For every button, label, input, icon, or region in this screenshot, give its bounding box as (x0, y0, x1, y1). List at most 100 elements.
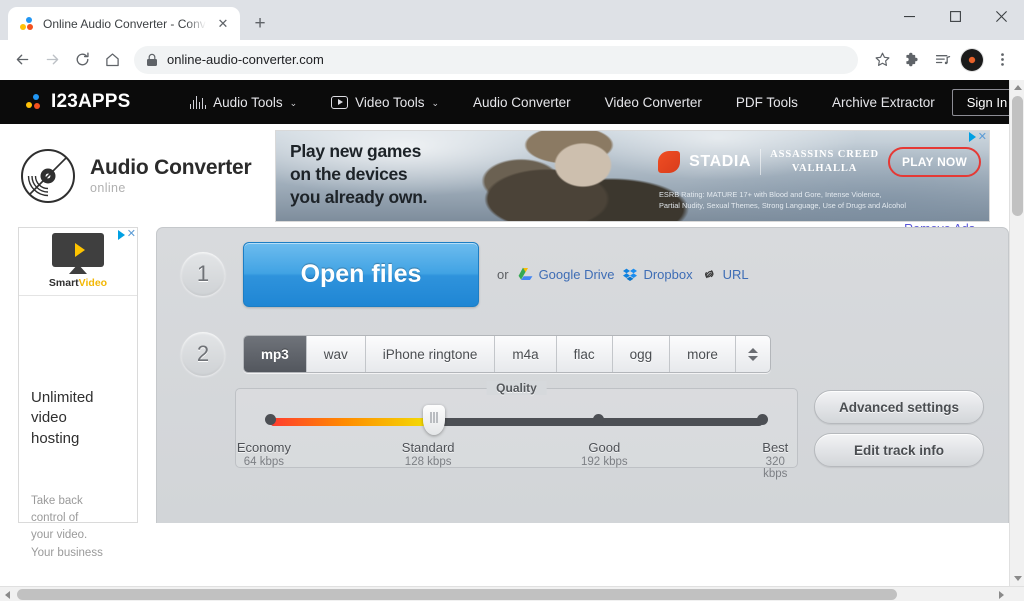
format-tab-ogg[interactable]: ogg (613, 336, 671, 372)
scroll-right-arrow[interactable] (994, 587, 1009, 601)
sidebar-ad-headline: Unlimited video hosting (31, 389, 94, 447)
google-drive-icon (518, 267, 532, 280)
waveform-icon (189, 95, 207, 109)
google-drive-label: Google Drive (538, 266, 615, 282)
slider-handle[interactable] (423, 405, 446, 435)
format-tab-more[interactable]: more (670, 336, 736, 372)
browser-titlebar: Online Audio Converter - Conver ✕ + (0, 0, 1024, 40)
address-bar[interactable]: online-audio-converter.com (134, 45, 858, 74)
quality-side-buttons: Advanced settings Edit track info (814, 388, 984, 467)
link-icon (704, 270, 714, 279)
smartvideo-brand: SmartVideo (19, 277, 137, 289)
step-2-number: 2 (181, 332, 225, 376)
horizontal-scrollbar[interactable] (0, 586, 1024, 601)
forward-button[interactable] (38, 46, 66, 74)
nav-video-tools[interactable]: Video Tools ⌄ (314, 80, 456, 124)
three-dot-menu[interactable] (988, 46, 1016, 74)
app-logo[interactable]: Audio Converter online (20, 148, 275, 204)
slider-stop-economy[interactable] (265, 414, 276, 425)
esrb-rating-text: ESRB Rating: MATURE 17+ with Blood and G… (659, 190, 907, 210)
close-button[interactable] (978, 0, 1024, 32)
sidebar-ad[interactable]: ✕ SmartVideo Unlimited video hosting Tak… (18, 227, 138, 559)
step-1-row: 1 Open files or Google Drive Dropbox URL (157, 228, 1008, 320)
play-now-button[interactable]: PLAY NOW (888, 146, 981, 177)
google-drive-button[interactable]: Google Drive (518, 266, 615, 282)
url-button[interactable]: URL (702, 267, 749, 282)
minimize-button[interactable] (886, 0, 932, 32)
slider-stop-best[interactable] (757, 414, 768, 425)
brand-logo[interactable]: I23APPS (26, 91, 131, 113)
quality-tick-best: Best 320 kbps (762, 440, 788, 480)
page-subtitle: online (90, 181, 126, 196)
edit-track-info-button[interactable]: Edit track info (814, 433, 984, 467)
divider (760, 148, 762, 175)
format-tab-m4a[interactable]: m4a (495, 336, 557, 372)
nav-audio-tools[interactable]: Audio Tools ⌄ (173, 80, 315, 124)
dropbox-label: Dropbox (643, 266, 693, 282)
scroll-up-arrow[interactable] (1010, 80, 1024, 95)
advanced-settings-button[interactable]: Advanced settings (814, 390, 984, 424)
sidebar-ad-body: Take back control of your video. Your bu… (31, 494, 103, 559)
close-ad-icon[interactable]: ✕ (978, 131, 987, 143)
tick-name: Economy (236, 440, 292, 455)
star-icon[interactable] (868, 46, 896, 74)
tick-bitrate: 192 kbps (580, 456, 628, 468)
adchoices-controls[interactable]: ✕ (968, 131, 987, 143)
brand-part-video: Video (78, 277, 108, 289)
reload-button[interactable] (68, 46, 96, 74)
adchoices-icon[interactable] (968, 132, 976, 142)
stadia-brand-name: STADIA (689, 152, 752, 170)
nav-video-converter[interactable]: Video Converter (588, 80, 719, 124)
converter-panel: 1 Open files or Google Drive Dropbox URL… (156, 227, 1009, 523)
step-1-number: 1 (181, 252, 225, 296)
format-tab-iphone-ringtone[interactable]: iPhone ringtone (366, 336, 496, 372)
page-header: Audio Converter online Play new games on… (0, 124, 1009, 236)
tick-name: Standard (401, 440, 455, 455)
format-tab-flac[interactable]: flac (557, 336, 613, 372)
tick-bitrate: 64 kbps (243, 456, 285, 468)
chevron-down-icon: ⌄ (431, 97, 440, 108)
vertical-scroll-thumb[interactable] (1012, 96, 1023, 216)
step-2-row: 2 mp3 wav iPhone ringtone m4a flac ogg m… (157, 320, 1008, 388)
slider-track-fill (270, 418, 435, 426)
banner-ad[interactable]: Play new games on the devices you alread… (275, 129, 990, 222)
page-title: Audio Converter (90, 155, 252, 179)
maximize-button[interactable] (932, 0, 978, 32)
new-tab-button[interactable]: + (246, 9, 274, 37)
open-files-button[interactable]: Open files (243, 241, 479, 307)
or-label: or (497, 266, 509, 282)
format-tabs: mp3 wav iPhone ringtone m4a flac ogg mor… (243, 335, 771, 373)
chevron-down-icon: ⌄ (289, 97, 298, 108)
quality-slider-track[interactable] (265, 405, 768, 435)
nav-pdf-tools[interactable]: PDF Tools (719, 80, 815, 124)
quality-tick-economy: Economy 64 kbps (237, 440, 291, 468)
dropbox-button[interactable]: Dropbox (623, 266, 693, 282)
tick-name: Good (588, 440, 621, 455)
format-spinner[interactable] (736, 336, 770, 372)
browser-tab[interactable]: Online Audio Converter - Conver ✕ (8, 7, 240, 40)
scroll-down-arrow[interactable] (1010, 571, 1024, 586)
format-tab-wav[interactable]: wav (307, 336, 366, 372)
tab-strip: Online Audio Converter - Conver ✕ + (0, 0, 274, 40)
format-tab-mp3[interactable]: mp3 (244, 336, 307, 372)
tab-close-icon[interactable]: ✕ (214, 15, 232, 33)
lock-icon (147, 53, 157, 66)
profile-avatar[interactable] (961, 48, 983, 71)
smartvideo-monitor-icon (52, 233, 104, 267)
banner-brand-block: STADIA ASSASSINS CREED VALHALLA PLAY NOW (658, 146, 981, 177)
puzzle-icon[interactable] (898, 46, 926, 74)
scroll-left-arrow[interactable] (0, 587, 15, 601)
horizontal-scroll-thumb[interactable] (17, 589, 897, 600)
sign-in-button[interactable]: Sign In (951, 88, 1009, 116)
home-button[interactable] (98, 46, 126, 74)
nav-archive-extractor[interactable]: Archive Extractor (815, 80, 952, 124)
sidebar-ad-logo: SmartVideo (19, 233, 137, 296)
alternate-sources: or Google Drive Dropbox URL (497, 267, 749, 282)
main-content: ✕ SmartVideo Unlimited video hosting Tak… (0, 227, 1009, 559)
vertical-scrollbar[interactable] (1009, 80, 1024, 586)
media-list-icon[interactable] (928, 46, 956, 74)
site-navbar: I23APPS Audio Tools ⌄ Video Tools ⌄ Audi… (0, 80, 1009, 124)
back-button[interactable] (8, 46, 36, 74)
tick-bitrate: 320 kbps (763, 456, 788, 480)
nav-audio-converter[interactable]: Audio Converter (456, 80, 588, 124)
